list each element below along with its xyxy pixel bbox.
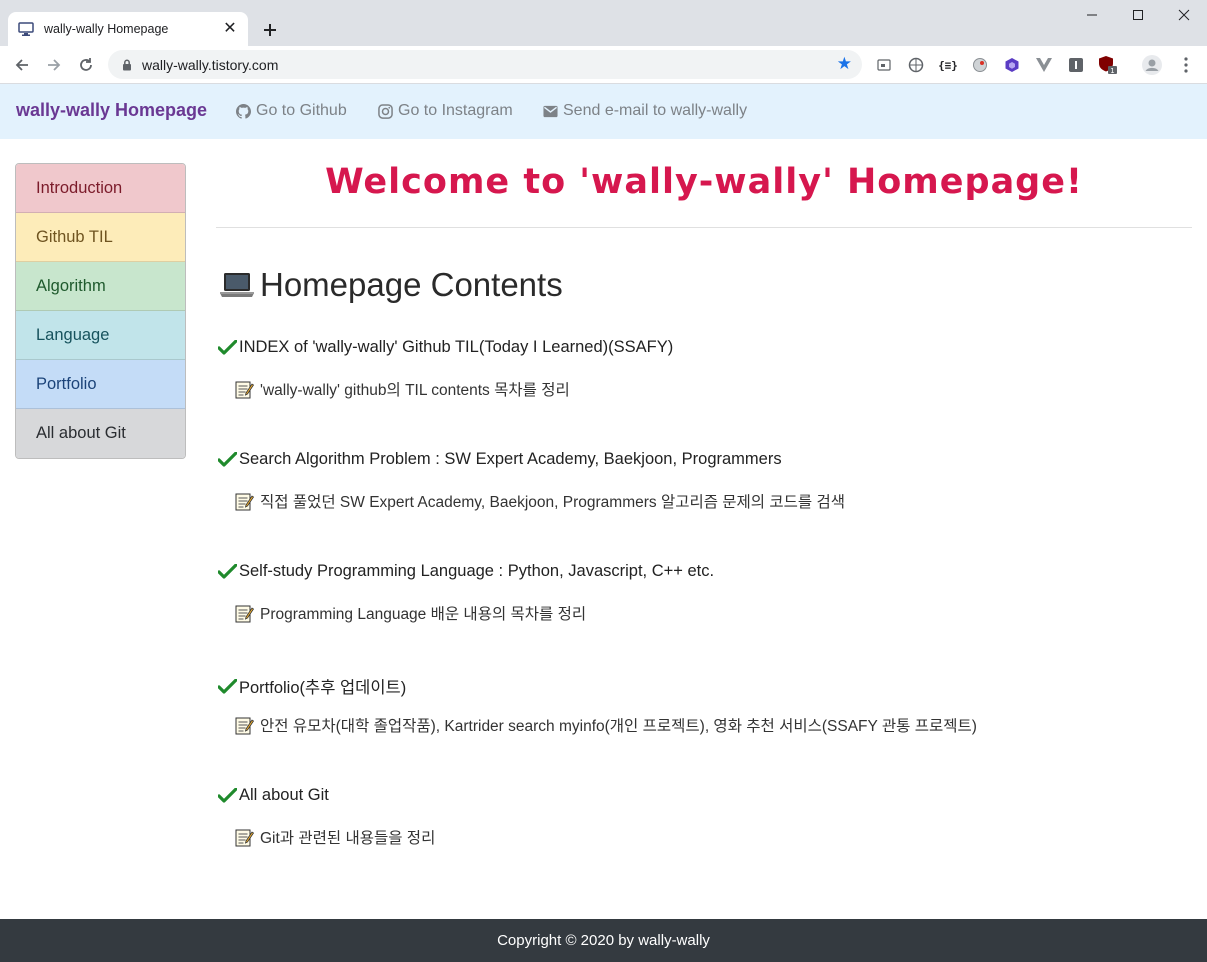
- sidebar-item-portfolio[interactable]: Portfolio: [16, 360, 185, 409]
- memo-icon: [235, 716, 254, 735]
- content-item-title-text: INDEX of 'wally-wally' Github TIL(Today …: [239, 338, 674, 356]
- content-item-desc: Programming Language 배운 내용의 목차를 정리: [235, 602, 586, 624]
- memo-icon: [235, 828, 254, 847]
- content-item-desc-text: Git과 관련된 내용들을 정리: [260, 830, 436, 847]
- info-extension-icon[interactable]: [1066, 55, 1086, 75]
- back-button[interactable]: [10, 53, 34, 77]
- memo-icon: [235, 492, 254, 511]
- envelope-icon: [543, 105, 558, 118]
- site-navbar: wally-wally Homepage Go to Github Go to …: [0, 84, 1207, 139]
- content-item-title-text: Self-study Programming Language : Python…: [239, 562, 715, 580]
- contents-heading: Homepage Contents: [218, 266, 563, 304]
- content-item-title-text: Search Algorithm Problem : SW Expert Aca…: [239, 450, 782, 468]
- content-item-title-text: All about Git: [239, 786, 329, 804]
- content-item-title[interactable]: Portfolio(추후 업데이트): [218, 674, 406, 698]
- svg-text:1: 1: [1110, 67, 1114, 75]
- content-item-title[interactable]: Search Algorithm Problem : SW Expert Aca…: [218, 450, 782, 469]
- monitor-icon: [18, 21, 34, 37]
- nav-link-instagram[interactable]: Go to Instagram: [378, 102, 513, 120]
- nav-link-email-label: Send e-mail to wally-wally: [563, 102, 748, 119]
- maximize-button[interactable]: [1115, 0, 1161, 30]
- ublock-extension-icon[interactable]: 1: [1098, 55, 1118, 75]
- content-item-desc-text: 직접 풀었던 SW Expert Academy, Baekjoon, Prog…: [260, 494, 845, 511]
- content-item-desc: Git과 관련된 내용들을 정리: [235, 826, 435, 848]
- site-brand[interactable]: wally-wally Homepage: [16, 100, 207, 121]
- content-item-desc-text: Programming Language 배운 내용의 목차를 정리: [260, 606, 587, 623]
- content-item-desc: 안전 유모차(대학 졸업작품), Kartrider search myinfo…: [235, 714, 977, 736]
- json-extension-icon[interactable]: {≡}: [938, 55, 958, 75]
- globe-extension-icon[interactable]: [906, 55, 926, 75]
- nav-link-github[interactable]: Go to Github: [236, 102, 347, 120]
- content-item-title-text: Portfolio(추후 업데이트): [239, 679, 407, 697]
- content-item-desc: 'wally-wally' github의 TIL contents 목차를 정…: [235, 378, 570, 400]
- contents-heading-text: Homepage Contents: [260, 266, 563, 303]
- checkmark-icon: [218, 678, 237, 694]
- content-item-desc: 직접 풀었던 SW Expert Academy, Baekjoon, Prog…: [235, 490, 845, 512]
- checkmark-icon: [218, 452, 237, 467]
- plus-icon: [264, 24, 276, 36]
- close-window-button[interactable]: [1161, 0, 1207, 30]
- minimize-icon: [1087, 14, 1097, 16]
- github-icon: [236, 103, 251, 119]
- content-item-title[interactable]: INDEX of 'wally-wally' Github TIL(Today …: [218, 338, 673, 357]
- forward-button[interactable]: [42, 53, 66, 77]
- content-item-desc-text: 안전 유모차(대학 졸업작품), Kartrider search myinfo…: [260, 718, 977, 735]
- new-tab-button[interactable]: [256, 16, 284, 44]
- url-text: wally-wally.tistory.com: [142, 56, 279, 73]
- close-icon: [1178, 9, 1190, 21]
- nav-link-github-label: Go to Github: [256, 102, 347, 119]
- world-extension-icon[interactable]: [970, 55, 990, 75]
- content-item-title[interactable]: Self-study Programming Language : Python…: [218, 562, 714, 581]
- browser-toolbar: wally-wally.tistory.com ★ {≡} 1: [0, 46, 1207, 84]
- browser-tab[interactable]: wally-wally Homepage ✕: [8, 12, 248, 46]
- address-bar[interactable]: wally-wally.tistory.com ★: [108, 50, 862, 79]
- sidebar-item-all-about-git[interactable]: All about Git: [16, 409, 185, 458]
- bookmark-star-icon[interactable]: ★: [837, 55, 852, 73]
- footer-copyright: Copyright © 2020 by wally-wally: [497, 932, 710, 949]
- minimize-button[interactable]: [1069, 0, 1115, 30]
- sidebar-item-introduction[interactable]: Introduction: [16, 164, 185, 213]
- browser-tab-strip: wally-wally Homepage ✕: [0, 0, 1207, 46]
- sidebar-item-github-til[interactable]: Github TIL: [16, 213, 185, 262]
- arrow-right-icon: [48, 59, 61, 71]
- cube-extension-icon[interactable]: [1002, 55, 1022, 75]
- divider: [216, 227, 1192, 228]
- tab-close-icon[interactable]: ✕: [222, 21, 238, 37]
- checkmark-icon: [218, 788, 237, 803]
- cast-extension-icon[interactable]: [874, 55, 894, 75]
- checkmark-icon: [218, 564, 237, 579]
- tab-title: wally-wally Homepage: [44, 22, 169, 36]
- memo-icon: [235, 380, 254, 399]
- reload-button[interactable]: [74, 53, 98, 77]
- laptop-icon: [218, 270, 256, 300]
- content-item-desc-text: 'wally-wally' github의 TIL contents 목차를 정…: [260, 382, 570, 399]
- nav-link-email[interactable]: Send e-mail to wally-wally: [543, 102, 747, 120]
- checkmark-icon: [218, 340, 237, 355]
- arrow-left-icon: [15, 59, 28, 71]
- lock-icon: [120, 58, 134, 72]
- reload-icon: [80, 58, 92, 71]
- welcome-title: Welcome to 'wally-wally' Homepage!: [325, 162, 1083, 202]
- sidebar-item-algorithm[interactable]: Algorithm: [16, 262, 185, 311]
- nav-link-instagram-label: Go to Instagram: [398, 102, 513, 119]
- maximize-icon: [1133, 10, 1143, 20]
- sidebar-item-language[interactable]: Language: [16, 311, 185, 360]
- profile-avatar-icon[interactable]: [1142, 55, 1162, 75]
- instagram-icon: [378, 103, 393, 119]
- vue-extension-icon[interactable]: [1034, 55, 1054, 75]
- content-item-title[interactable]: All about Git: [218, 786, 329, 805]
- menu-kebab-icon[interactable]: [1176, 55, 1196, 75]
- site-footer: Copyright © 2020 by wally-wally: [0, 919, 1207, 962]
- memo-icon: [235, 604, 254, 623]
- sidebar-menu: Introduction Github TIL Algorithm Language P…: [15, 163, 186, 459]
